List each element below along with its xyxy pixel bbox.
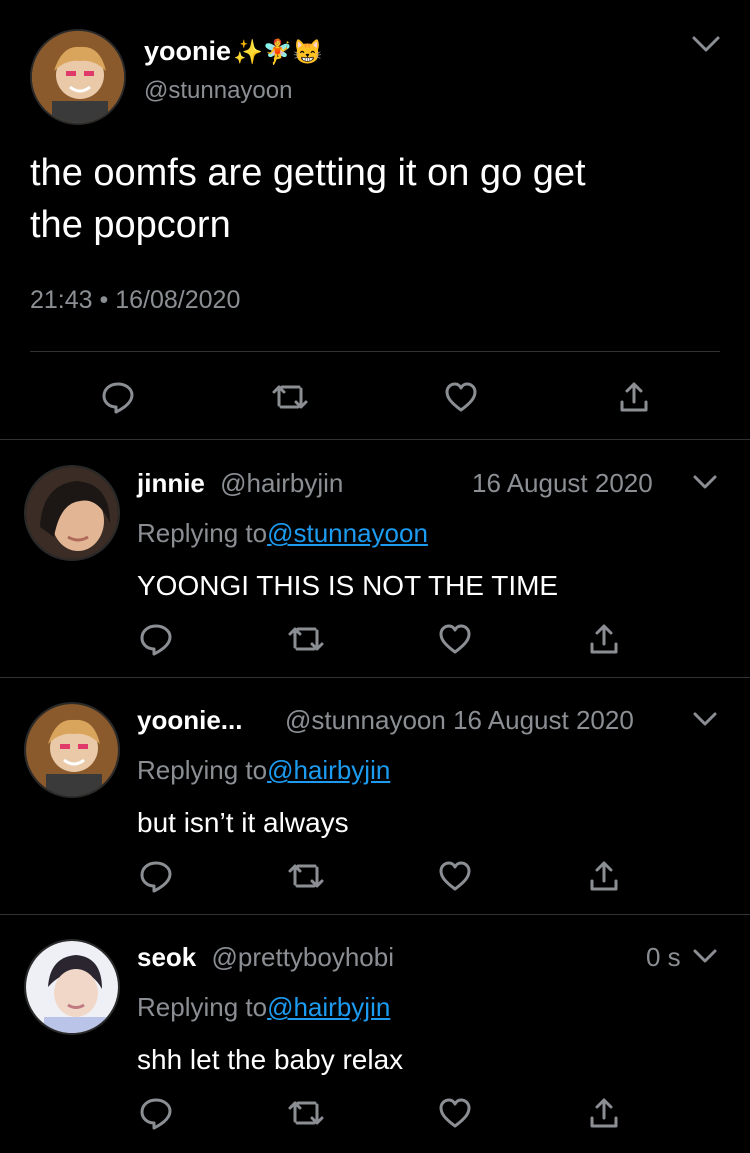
avatar-photo	[32, 31, 124, 123]
avatar-photo	[26, 704, 118, 796]
reply-header: seok @prettyboyhobi	[137, 942, 394, 973]
mention-link[interactable]: @hairbyjin	[267, 992, 390, 1022]
display-name[interactable]: yoonie...	[137, 705, 242, 735]
mention-link[interactable]: @hairbyjin	[267, 755, 390, 785]
author-handle[interactable]: @hairbyjin	[220, 468, 343, 498]
avatar[interactable]	[24, 465, 120, 561]
replying-to: Replying to@hairbyjin	[137, 755, 390, 786]
reply-text: YOONGI THIS IS NOT THE TIME	[137, 570, 559, 601]
share-icon[interactable]	[614, 377, 654, 417]
like-icon[interactable]	[441, 377, 481, 417]
avatar[interactable]	[24, 939, 120, 1035]
reply-header: jinnie @hairbyjin	[137, 468, 343, 499]
avatar-photo	[26, 467, 118, 559]
retweet-icon[interactable]	[286, 619, 326, 659]
replying-to: Replying to@hairbyjin	[137, 992, 390, 1023]
chevron-down-icon[interactable]	[688, 30, 724, 60]
reply-icon[interactable]	[136, 856, 176, 896]
author-handle[interactable]: @prettyboyhobi	[212, 942, 395, 972]
avatar[interactable]	[24, 702, 120, 798]
replying-label: Replying to	[137, 992, 268, 1022]
reply-time[interactable]: 16 August 2020	[472, 468, 653, 499]
author-name[interactable]: yoonie✨🧚😸	[144, 36, 323, 67]
reply-time[interactable]: 0 s	[646, 942, 681, 973]
divider	[0, 677, 750, 678]
chevron-down-icon[interactable]	[690, 470, 720, 496]
tweet-time: 21:43	[30, 286, 93, 314]
display-name[interactable]: jinnie	[137, 468, 205, 498]
reply-header: yoonie...	[137, 705, 242, 736]
reply-header-right: @stunnayoon 16 August 2020	[285, 705, 634, 736]
retweet-icon[interactable]	[286, 856, 326, 896]
share-icon[interactable]	[584, 856, 624, 896]
like-icon[interactable]	[435, 619, 475, 659]
avatar[interactable]	[30, 29, 126, 125]
like-icon[interactable]	[435, 1093, 475, 1133]
separator-dot: •	[99, 286, 109, 314]
reply-icon[interactable]	[136, 1093, 176, 1133]
tweet-date: 16/08/2020	[115, 286, 241, 314]
retweet-icon[interactable]	[286, 1093, 326, 1133]
author-handle[interactable]: @stunnayoon	[285, 705, 446, 735]
chevron-down-icon[interactable]	[690, 944, 720, 970]
name-emojis: ✨🧚😸	[233, 39, 323, 66]
chevron-down-icon[interactable]	[690, 707, 720, 733]
mention-link[interactable]: @stunnayoon	[267, 518, 428, 548]
avatar-photo	[26, 941, 118, 1033]
reply-icon[interactable]	[98, 377, 138, 417]
reply-time[interactable]: 16 August 2020	[453, 705, 634, 735]
share-icon[interactable]	[584, 619, 624, 659]
tweet-timestamp[interactable]: 21:43 • 16/08/2020	[30, 286, 240, 315]
tweet-text: the oomfs are getting it on go get the p…	[30, 147, 586, 251]
tweet-text-line: the oomfs are getting it on go get	[30, 152, 586, 194]
reply-text: shh let the baby relax	[137, 1044, 404, 1075]
replying-label: Replying to	[137, 518, 268, 548]
retweet-icon[interactable]	[270, 377, 310, 417]
reply-icon[interactable]	[136, 619, 176, 659]
reply-text: but isn’t it always	[137, 807, 349, 838]
divider	[30, 351, 720, 352]
share-icon[interactable]	[584, 1093, 624, 1133]
display-name[interactable]: seok	[137, 942, 196, 972]
divider	[0, 914, 750, 915]
author-handle[interactable]: @stunnayoon	[144, 77, 292, 105]
replying-to: Replying to@stunnayoon	[137, 518, 428, 549]
replying-label: Replying to	[137, 755, 268, 785]
divider	[0, 439, 750, 440]
display-name: yoonie	[144, 36, 232, 66]
tweet-text-line: the popcorn	[30, 204, 231, 246]
like-icon[interactable]	[435, 856, 475, 896]
